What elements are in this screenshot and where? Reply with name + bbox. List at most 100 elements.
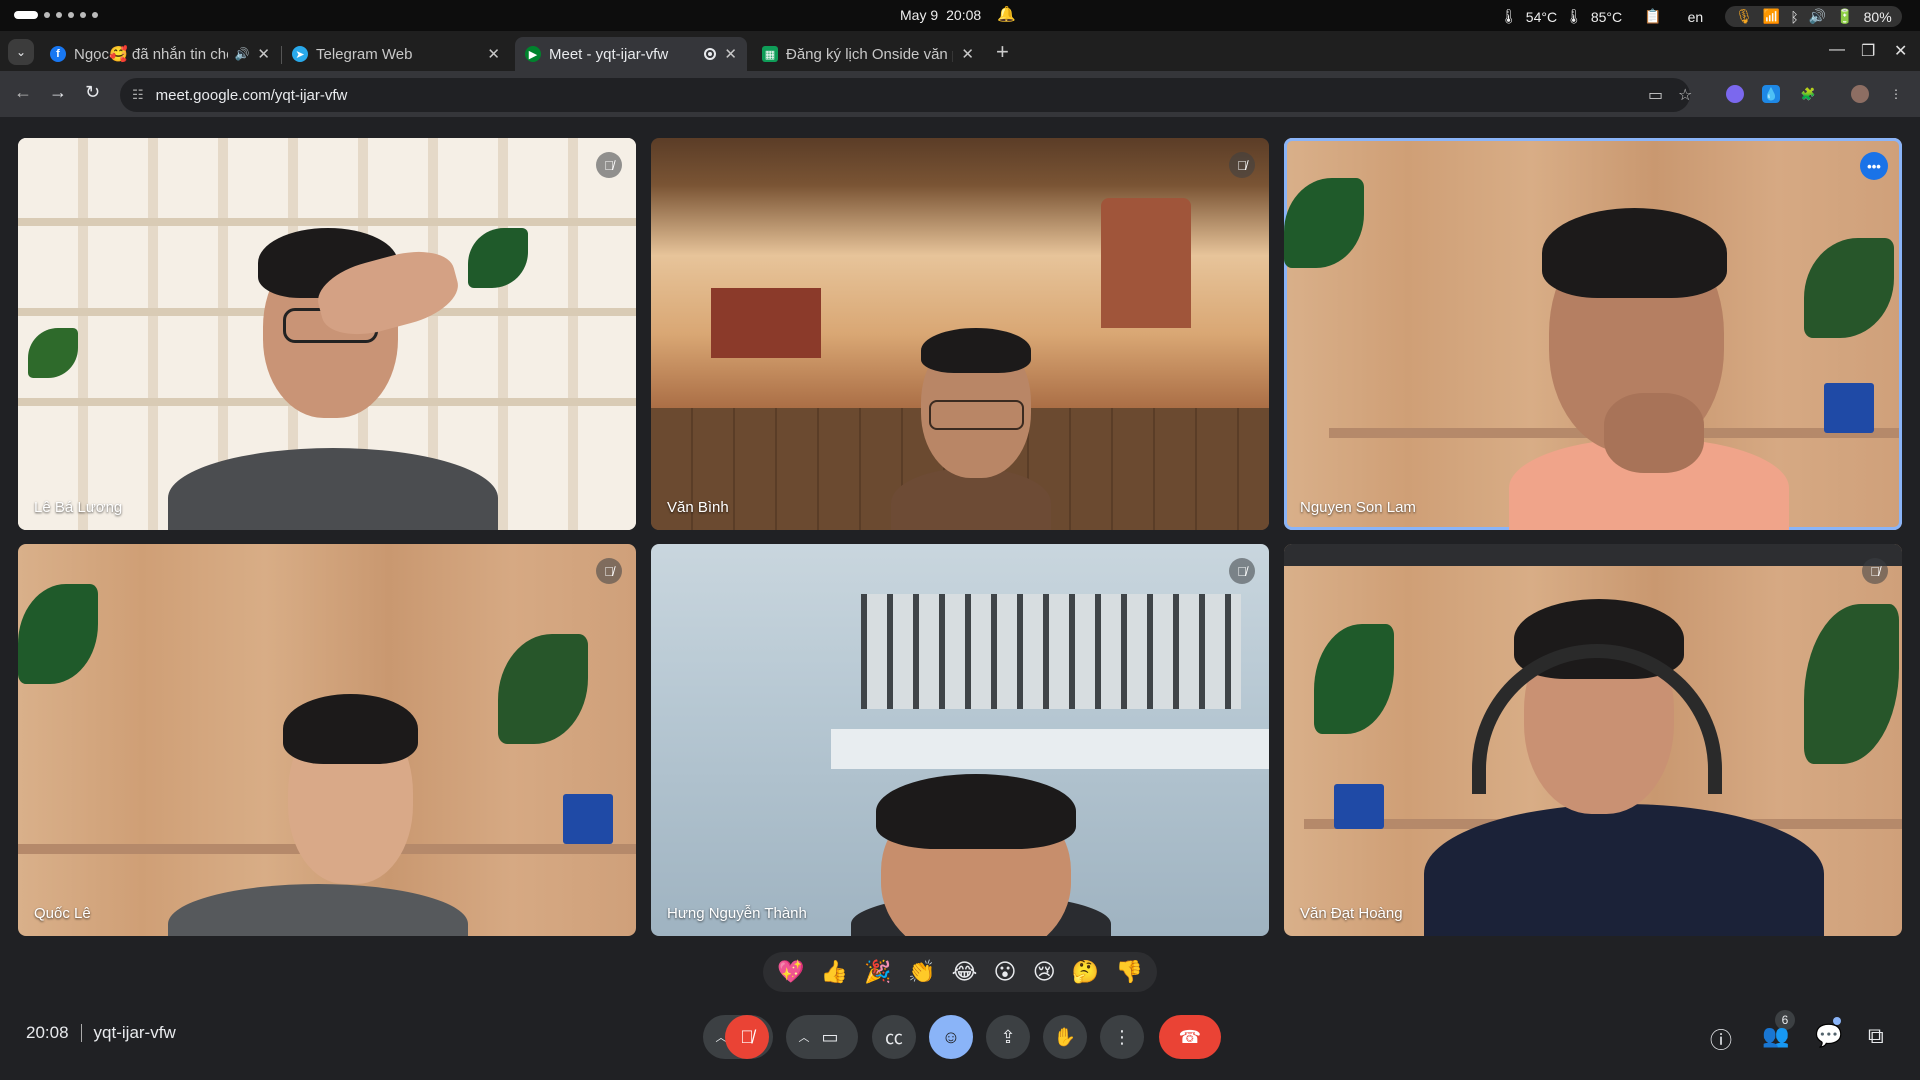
mic-off-button[interactable]: 🎙̸ — [725, 1015, 769, 1059]
reaction-laughing[interactable]: 😂 — [952, 959, 978, 985]
close-icon[interactable]: ✕ — [961, 45, 974, 63]
microphone-control: ︿ 🎙̸ — [703, 1015, 773, 1059]
reactions-bar: 💖 👍 🎉 👏 😂 😮 😢 🤔 👎 — [763, 952, 1157, 992]
back-arrow-icon[interactable]: ← — [14, 82, 32, 103]
close-icon[interactable]: ✕ — [257, 45, 270, 63]
site-info-icon[interactable]: ☷ — [132, 87, 144, 103]
keyboard-language[interactable]: en — [1688, 9, 1704, 25]
chevron-down-icon: ⌄ — [15, 45, 27, 59]
chat-icon[interactable]: 💬 — [1815, 1023, 1842, 1049]
thermometer-icon: 🌡 — [1565, 8, 1583, 24]
camera-control: ︿ ▭ — [786, 1015, 858, 1059]
more-options-icon[interactable]: ••• — [1860, 152, 1888, 180]
wifi-icon: 📶 — [1762, 8, 1781, 24]
present-icon: ⇪ — [1000, 1026, 1016, 1047]
clipboard-icon[interactable]: 📋 — [1644, 8, 1661, 25]
mic-off-icon: 🎙̸ — [1229, 152, 1255, 178]
tab-telegram[interactable]: ➤ Telegram Web ✕ — [282, 37, 510, 71]
speaker-icon[interactable]: 🔊 — [234, 47, 249, 61]
reload-icon[interactable]: ↻ — [85, 82, 100, 103]
participant-name: Lê Bá Lương — [34, 499, 123, 516]
cpu-temp: 54°C — [1525, 8, 1558, 25]
close-icon[interactable]: ✕ — [487, 45, 500, 63]
reaction-thumbs-up[interactable]: 👍 — [821, 959, 848, 985]
tab-sheets[interactable]: ▦ Đăng ký lịch Onside văn phòng ✕ — [752, 37, 984, 71]
mic-off-icon: 🎙̸ — [596, 152, 622, 178]
gpu-temp: 85°C — [1590, 8, 1623, 25]
participant-tile[interactable]: Hưng Nguyễn Thành 🎙̸ — [651, 544, 1269, 936]
leave-call-button[interactable]: ☎ — [1159, 1015, 1221, 1059]
extension-blue-icon[interactable]: 💧 — [1762, 85, 1780, 103]
participant-tile[interactable]: Văn Đạt Hoàng 🎙̸ — [1284, 544, 1902, 936]
minimize-icon[interactable]: — — [1829, 41, 1845, 59]
tab-search-button[interactable]: ⌄ — [8, 39, 34, 65]
battery-icon: 🔋 — [1836, 8, 1854, 24]
browser-menu-icon[interactable]: ⋮ — [1887, 85, 1905, 103]
reaction-sad[interactable]: 😢 — [1033, 959, 1056, 985]
tab-title: Telegram Web — [316, 45, 413, 63]
participant-tile[interactable]: Lê Bá Lương 🎙̸ — [18, 138, 636, 530]
quick-settings[interactable]: 🎙 📶 ᛒ 🔊 🔋 80% — [1725, 6, 1902, 27]
captions-icon: ㏄ — [885, 1028, 903, 1048]
reaction-party-popper[interactable]: 🎉 — [864, 959, 891, 985]
meeting-time: 20:08 — [26, 1023, 69, 1042]
reaction-surprised[interactable]: 😮 — [994, 959, 1017, 985]
participant-tile[interactable]: Quốc Lê 🎙̸ — [18, 544, 636, 936]
reaction-thumbs-down[interactable]: 👎 — [1115, 959, 1142, 985]
participant-name: Văn Đạt Hoàng — [1300, 905, 1403, 922]
reaction-clapping[interactable]: 👏 — [908, 959, 935, 985]
more-options-button[interactable]: ⋮ — [1100, 1015, 1144, 1059]
camera-button[interactable]: ▭ — [808, 1015, 852, 1059]
telegram-icon: ➤ — [292, 46, 308, 62]
people-icon[interactable]: 👥 — [1762, 1023, 1789, 1049]
reaction-sparkling-heart[interactable]: 💖 — [777, 959, 804, 985]
tab-title: Ngọc🥰 đã nhắn tin cho bạn — [74, 46, 228, 63]
meet-icon: ▶ — [525, 46, 541, 62]
participant-tile[interactable]: Văn Bình 🎙̸ — [651, 138, 1269, 530]
browser-toolbar: ← → ↻ ☷ meet.google.com/yqt-ijar-vfw ▭ ☆… — [0, 71, 1920, 117]
present-screen-button[interactable]: ⇪ — [986, 1015, 1030, 1059]
hand-icon: ✋ — [1053, 1026, 1077, 1047]
more-vert-icon: ⋮ — [1113, 1026, 1131, 1047]
reactions-button[interactable]: ☺ — [929, 1015, 973, 1059]
restore-icon[interactable]: ❐ — [1861, 41, 1875, 61]
tab-meet[interactable]: ▶ Meet - yqt-ijar-vfw ✕ — [515, 37, 747, 71]
bookmark-star-icon[interactable]: ☆ — [1678, 85, 1692, 105]
close-icon[interactable]: ✕ — [724, 45, 737, 63]
meeting-details-icon[interactable]: ⓘ — [1710, 1023, 1732, 1055]
system-clock[interactable]: May 9 20:08 — [900, 7, 981, 23]
tab-facebook[interactable]: f Ngọc🥰 đã nhắn tin cho bạn 🔊 ✕ — [40, 37, 280, 71]
forward-arrow-icon[interactable]: → — [49, 82, 67, 103]
participant-name: Hưng Nguyễn Thành — [667, 905, 807, 922]
captions-button[interactable]: ㏄ — [872, 1015, 916, 1059]
meeting-code: yqt-ijar-vfw — [93, 1023, 176, 1042]
camera-in-use-icon[interactable]: ▭ — [1648, 85, 1663, 105]
tab-title: Meet - yqt-ijar-vfw — [549, 45, 669, 63]
participant-tile-active-speaker[interactable]: Nguyen Son Lam ••• — [1284, 138, 1902, 530]
bluetooth-icon: ᛒ — [1790, 8, 1799, 25]
system-tray: 🌡 54°C 🌡 85°C 📋 en 🎙 📶 ᛒ 🔊 🔋 80% — [1500, 6, 1902, 27]
address-bar[interactable]: ☷ meet.google.com/yqt-ijar-vfw ▭ ☆ — [120, 78, 1692, 112]
workspace-indicator[interactable] — [14, 11, 98, 19]
reaction-thinking[interactable]: 🤔 — [1072, 959, 1099, 985]
system-top-bar: May 9 20:08 🔔 🌡 54°C 🌡 85°C 📋 en 🎙 📶 ᛒ 🔊… — [0, 0, 1920, 31]
meeting-info: 20:08 yqt-ijar-vfw — [26, 1023, 176, 1043]
notification-bell-icon[interactable]: 🔔 — [997, 5, 1016, 23]
tab-title: Đăng ký lịch Onside văn phòng — [786, 45, 953, 63]
raise-hand-button[interactable]: ✋ — [1043, 1015, 1087, 1059]
mic-off-icon: 🎙̸ — [596, 558, 622, 584]
activities-icon[interactable]: ⧉ — [1868, 1023, 1884, 1049]
url-text: meet.google.com/yqt-ijar-vfw — [155, 86, 348, 104]
participant-name: Nguyen Son Lam — [1300, 499, 1416, 516]
thermometer-icon: 🌡 — [1500, 8, 1518, 24]
participant-name: Văn Bình — [667, 499, 729, 516]
new-tab-button[interactable]: + — [996, 39, 1009, 65]
extension-purple-icon[interactable] — [1726, 85, 1744, 103]
system-date: May 9 — [900, 7, 939, 23]
window-close-icon[interactable]: ✕ — [1894, 41, 1907, 61]
extensions-puzzle-icon[interactable]: 🧩 — [1799, 85, 1817, 103]
system-time: 20:08 — [946, 7, 982, 23]
battery-level: 80% — [1863, 8, 1892, 25]
participant-name: Quốc Lê — [34, 905, 91, 922]
profile-avatar[interactable] — [1851, 85, 1869, 103]
